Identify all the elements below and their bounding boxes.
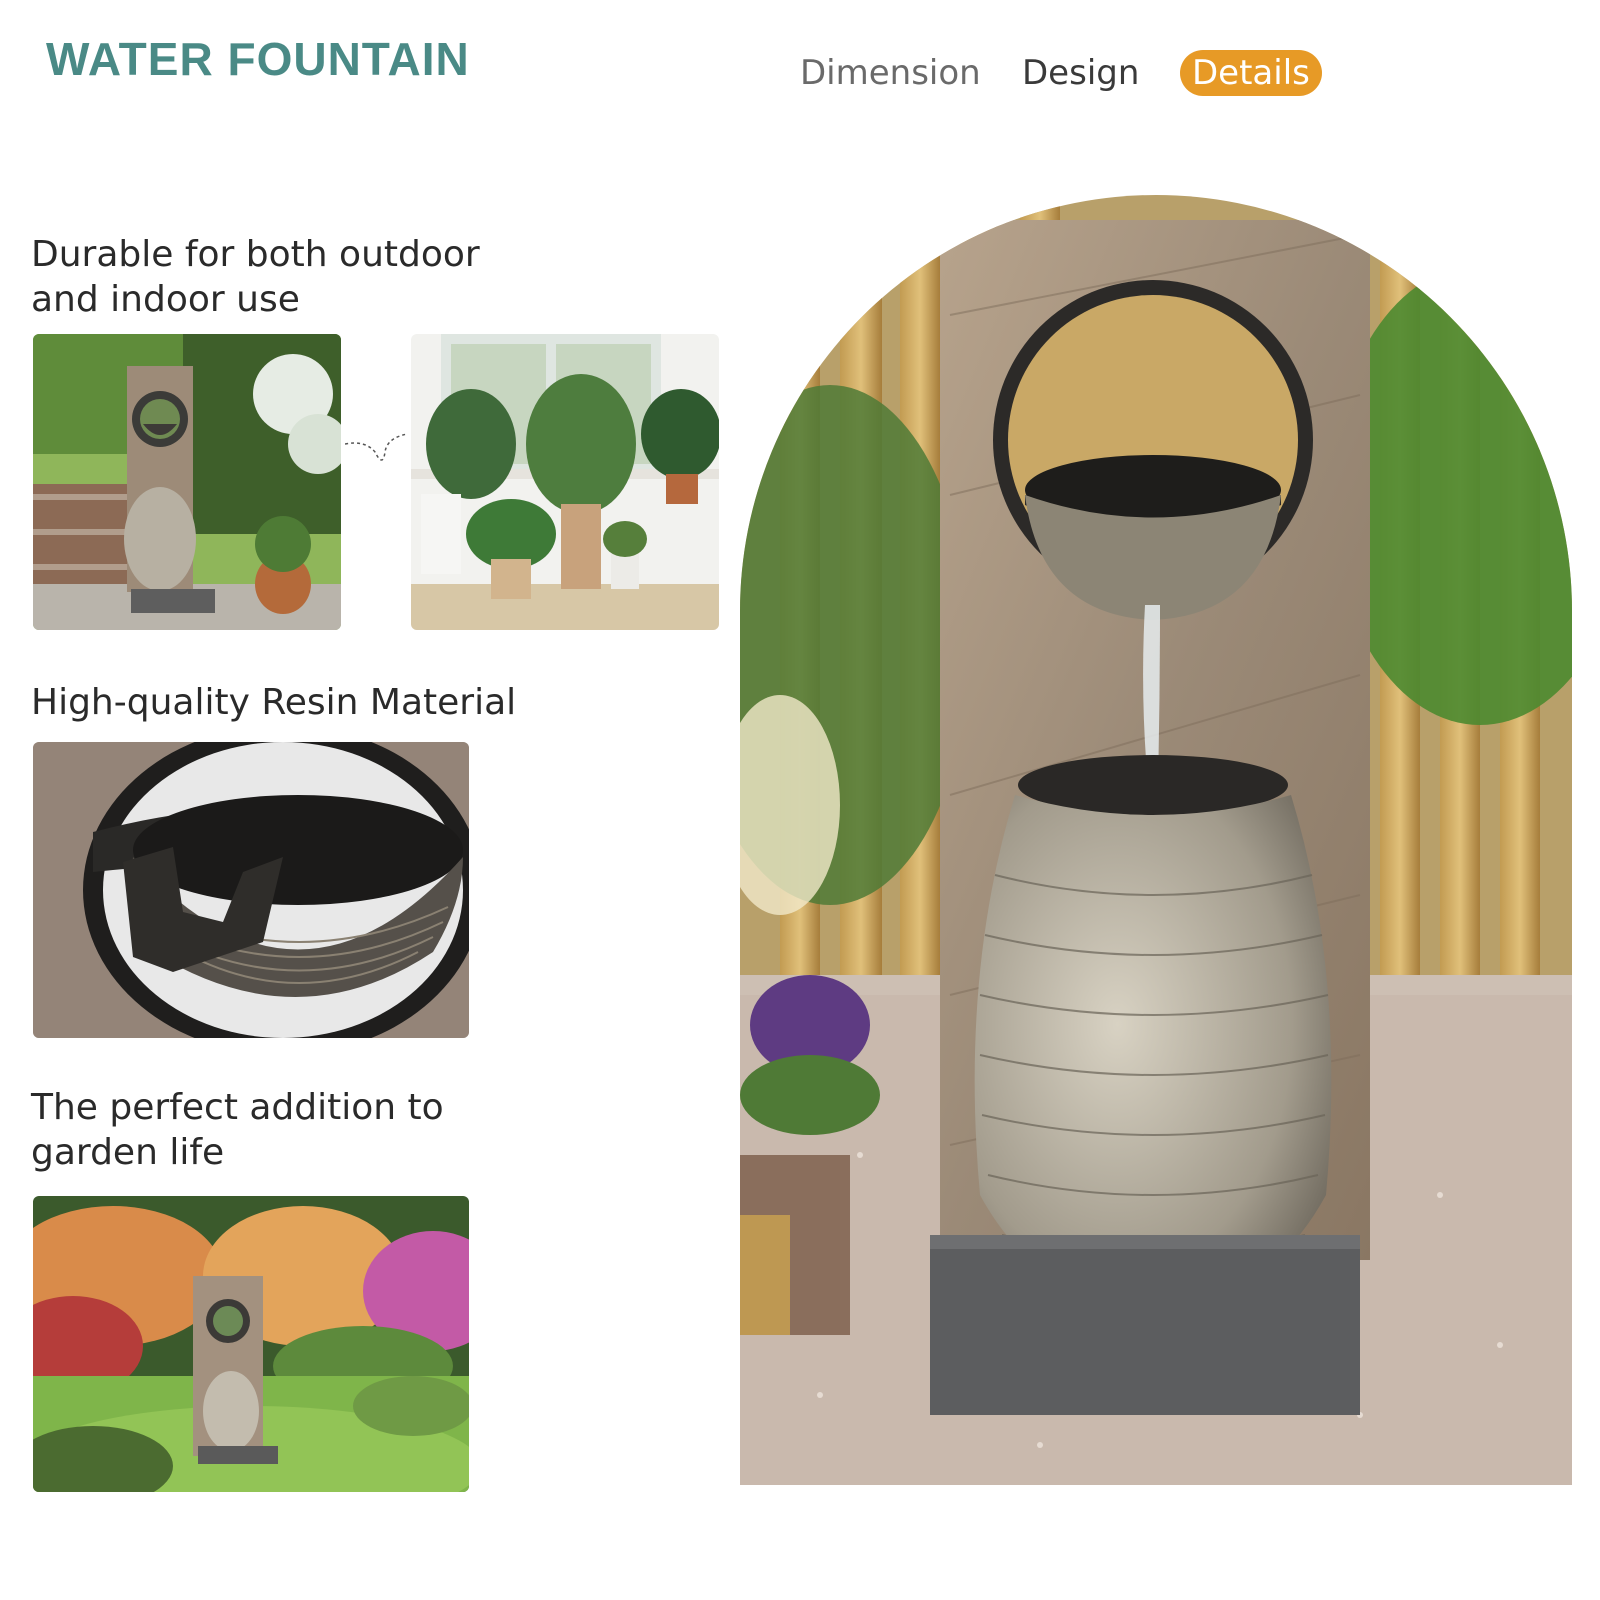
garden-photo bbox=[33, 1196, 469, 1492]
indoor-photo bbox=[411, 334, 719, 630]
feature-caption-outdoor-indoor: Durable for both outdoor and indoor use bbox=[31, 234, 480, 320]
tab-details[interactable]: Details bbox=[1180, 50, 1322, 96]
resin-closeup-photo bbox=[33, 742, 469, 1038]
feature-caption-resin: High-quality Resin Material bbox=[31, 682, 517, 723]
feature-caption-garden: The perfect addition to garden life bbox=[31, 1087, 444, 1173]
outdoor-photo bbox=[33, 334, 341, 630]
tab-dimension[interactable]: Dimension bbox=[800, 50, 981, 96]
hero-product-photo bbox=[740, 195, 1572, 1485]
tab-design[interactable]: Design bbox=[1022, 50, 1139, 96]
page-title: WATER FOUNTAIN bbox=[46, 33, 470, 85]
dotted-connector bbox=[345, 433, 408, 461]
